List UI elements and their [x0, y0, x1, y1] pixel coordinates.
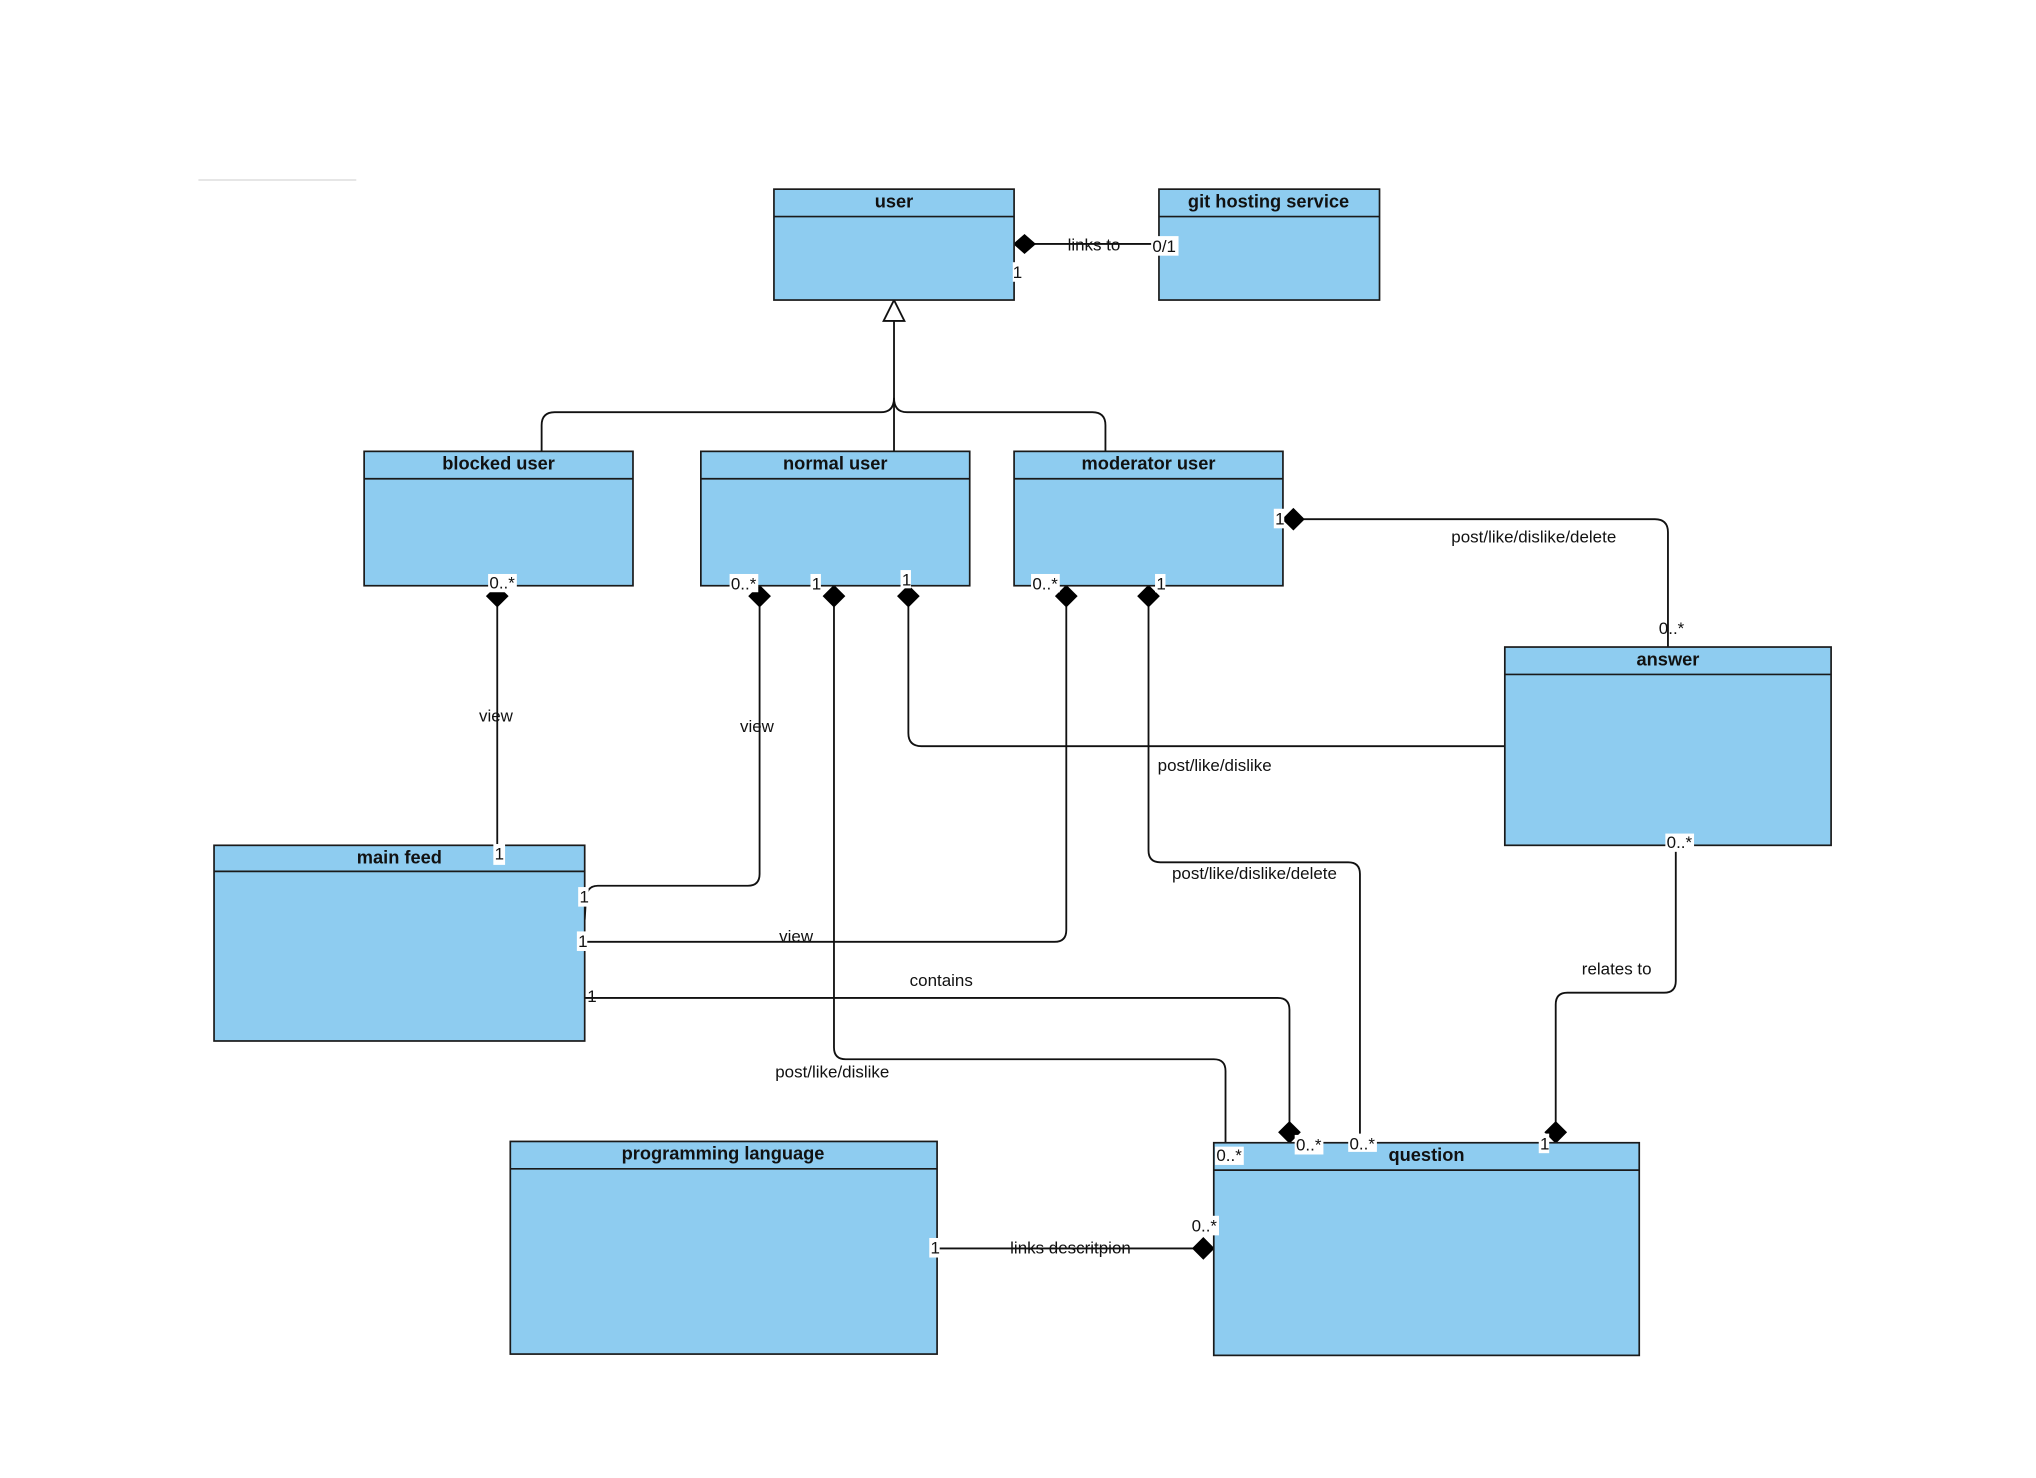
- multiplicity-label: 1: [1156, 575, 1165, 594]
- generalization-arrow-icon: [882, 297, 906, 322]
- edge-links-to[interactable]: links to: [1013, 233, 1159, 255]
- class-name: blocked user: [442, 453, 555, 474]
- composition-diamond-icon: [1013, 233, 1036, 254]
- edge-label-post-like-dislike: post/like/dislike: [1158, 756, 1272, 775]
- class-name: question: [1388, 1144, 1464, 1165]
- multiplicity-label: 0..*: [1350, 1134, 1376, 1153]
- multiplicity-label: 1: [578, 932, 587, 951]
- uml-class-diagram: links to view view post/like/dislike pos…: [198, 179, 1832, 1357]
- multiplicity-label: 1: [1013, 263, 1022, 282]
- edge-moderator-answer[interactable]: post/like/dislike/delete: [1282, 507, 1669, 648]
- multiplicity-label: 1: [1275, 509, 1284, 528]
- class-name: programming language: [622, 1143, 825, 1164]
- edge-label-links-to: links to: [1068, 235, 1121, 254]
- class-answer[interactable]: answer: [1503, 646, 1832, 847]
- multiplicity-label: 0..*: [1216, 1146, 1242, 1165]
- edge-moderator-view[interactable]: view: [584, 584, 1078, 946]
- multiplicity-label: 1: [579, 888, 588, 907]
- edge-answer-relates[interactable]: relates to: [1544, 845, 1677, 1144]
- class-name: answer: [1636, 648, 1699, 669]
- class-name: git hosting service: [1188, 190, 1349, 211]
- edge-label-view: view: [779, 927, 814, 946]
- class-main-feed[interactable]: main feed: [213, 844, 586, 1042]
- edge-generalization[interactable]: [540, 297, 1107, 452]
- edge-label-post-like-dislike-delete: post/like/dislike/delete: [1451, 528, 1616, 547]
- composition-diamond-icon: [1282, 507, 1305, 531]
- class-name: user: [875, 190, 914, 211]
- multiplicity-label: 1: [1540, 1134, 1549, 1153]
- class-moderator-user[interactable]: moderator user: [1013, 450, 1284, 587]
- class-name: moderator user: [1082, 453, 1216, 474]
- class-user[interactable]: user: [773, 188, 1015, 301]
- edge-label-links-descritpion: links descritpion: [1010, 1239, 1131, 1258]
- multiplicity-label: 0/1: [1152, 237, 1176, 256]
- edge-normal-answer[interactable]: post/like/dislike: [897, 584, 1505, 775]
- multiplicity-label: 1: [812, 575, 821, 594]
- edge-label-relates-to: relates to: [1582, 959, 1652, 978]
- edge-normal-view[interactable]: view: [583, 584, 775, 920]
- edge-feed-contains[interactable]: contains: [584, 971, 1301, 1144]
- multiplicity-label: 0..*: [1192, 1216, 1218, 1235]
- edge-normal-question[interactable]: post/like/dislike: [775, 584, 1227, 1143]
- class-blocked-user[interactable]: blocked user: [363, 450, 634, 587]
- multiplicity-label: 0..*: [1659, 619, 1685, 638]
- multiplicity-label: 0..*: [489, 573, 515, 592]
- multiplicity-label: 0..*: [1667, 833, 1693, 852]
- class-normal-user[interactable]: normal user: [700, 450, 971, 587]
- edge-label-post-like-dislike-delete: post/like/dislike/delete: [1172, 864, 1337, 883]
- class-programming-language[interactable]: programming language: [509, 1140, 938, 1355]
- class-git-hosting-service[interactable]: git hosting service: [1158, 188, 1381, 301]
- edge-label-post-like-dislike: post/like/dislike: [775, 1063, 889, 1082]
- multiplicity-label: 1: [931, 1239, 940, 1258]
- multiplicity-label: 1: [587, 987, 596, 1006]
- multiplicity-label: 0..*: [1296, 1136, 1322, 1155]
- multiplicity-label: 0..*: [1032, 575, 1058, 594]
- class-name: normal user: [783, 453, 887, 474]
- multiplicity-label: 1: [902, 571, 911, 590]
- composition-diamond-icon: [822, 584, 846, 608]
- class-question[interactable]: question: [1212, 1141, 1641, 1357]
- multiplicity-label: 0..*: [731, 575, 757, 594]
- edge-lang-links[interactable]: links descritpion: [937, 1237, 1215, 1260]
- class-name: main feed: [357, 847, 442, 868]
- multiplicity-label: 1: [495, 845, 504, 864]
- edge-label-view: view: [740, 717, 775, 736]
- edge-label-contains: contains: [910, 971, 973, 990]
- composition-diamond-icon: [1191, 1237, 1215, 1260]
- edge-blocked-view[interactable]: view: [479, 584, 514, 846]
- edge-label-view: view: [479, 706, 514, 725]
